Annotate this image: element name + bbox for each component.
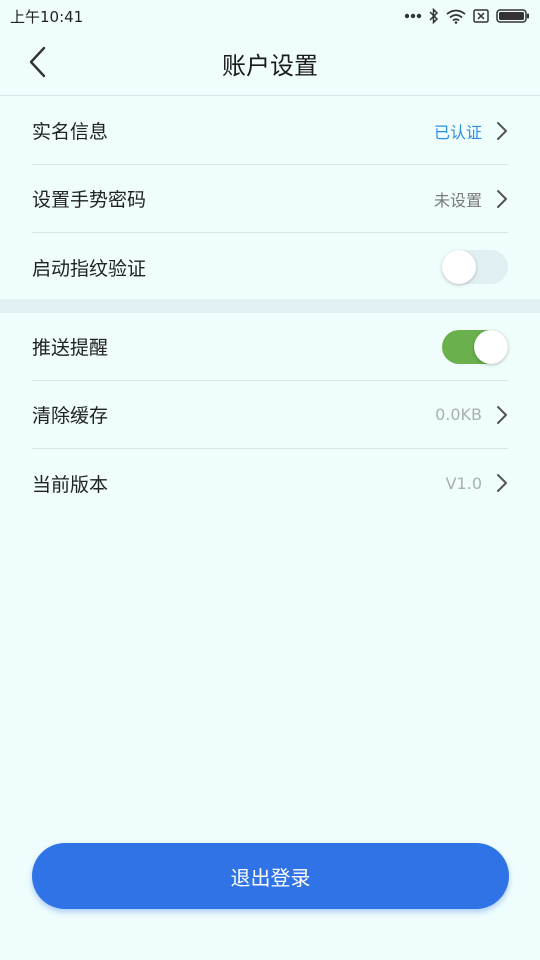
- real-name-status: 已认证: [433, 122, 482, 142]
- fingerprint-toggle[interactable]: [442, 250, 508, 284]
- row-label: 设置手势密码: [32, 189, 147, 211]
- settings-group-general: 推送提醒 清除缓存 0.0KB 当前版本 V1.0: [0, 313, 540, 517]
- logout-button[interactable]: 退出登录: [32, 843, 509, 909]
- chevron-right-icon: [496, 121, 508, 141]
- row-clear-cache[interactable]: 清除缓存 0.0KB: [32, 381, 508, 449]
- section-divider: [0, 299, 540, 313]
- logout-label: 退出登录: [230, 865, 311, 890]
- more-dots-icon: [404, 13, 422, 19]
- row-real-name-info[interactable]: 实名信息 已认证: [32, 97, 508, 165]
- settings-group-security: 实名信息 已认证 设置手势密码 未设置 启动指纹验证: [0, 97, 540, 301]
- row-label: 清除缓存: [32, 405, 109, 427]
- chevron-left-icon: [28, 46, 48, 82]
- sim-x-icon: [473, 9, 489, 23]
- chevron-right-icon: [496, 189, 508, 209]
- battery-icon: [496, 9, 530, 23]
- row-label: 实名信息: [32, 121, 109, 143]
- cache-size: 0.0KB: [435, 405, 482, 424]
- account-settings-screen: 上午10:41 账户设置 实名信息 已认证 设置手势密码 未设置 启动指纹验证 …: [0, 0, 540, 960]
- row-push-notifications: 推送提醒: [32, 313, 508, 381]
- row-right: 未设置: [434, 187, 508, 211]
- gesture-password-status: 未设置: [433, 190, 482, 210]
- toggle-knob: [442, 250, 476, 284]
- toggle-knob: [474, 329, 508, 364]
- row-label: 当前版本: [32, 473, 109, 496]
- chevron-right-icon: [496, 405, 508, 425]
- push-notification-toggle[interactable]: [442, 329, 508, 364]
- version-number: V1.0: [445, 473, 482, 493]
- back-button[interactable]: [18, 44, 58, 84]
- wifi-icon: [446, 9, 466, 24]
- bluetooth-icon: [429, 8, 439, 24]
- page-title: 账户设置: [222, 52, 318, 80]
- row-fingerprint-verification: 启动指纹验证: [32, 233, 508, 301]
- row-label: 推送提醒: [32, 337, 109, 359]
- row-right: 0.0KB: [435, 405, 508, 425]
- nav-bar: 账户设置: [0, 32, 540, 96]
- row-gesture-password[interactable]: 设置手势密码 未设置: [32, 165, 508, 233]
- status-time: 上午10:41: [10, 7, 84, 26]
- row-current-version[interactable]: 当前版本 V1.0: [32, 449, 508, 517]
- status-bar: 上午10:41: [0, 0, 540, 32]
- chevron-right-icon: [496, 473, 508, 493]
- row-right: 已认证: [434, 119, 508, 143]
- row-right: V1.0: [446, 473, 508, 493]
- row-label: 启动指纹验证: [32, 257, 147, 280]
- status-icons: [404, 8, 530, 24]
